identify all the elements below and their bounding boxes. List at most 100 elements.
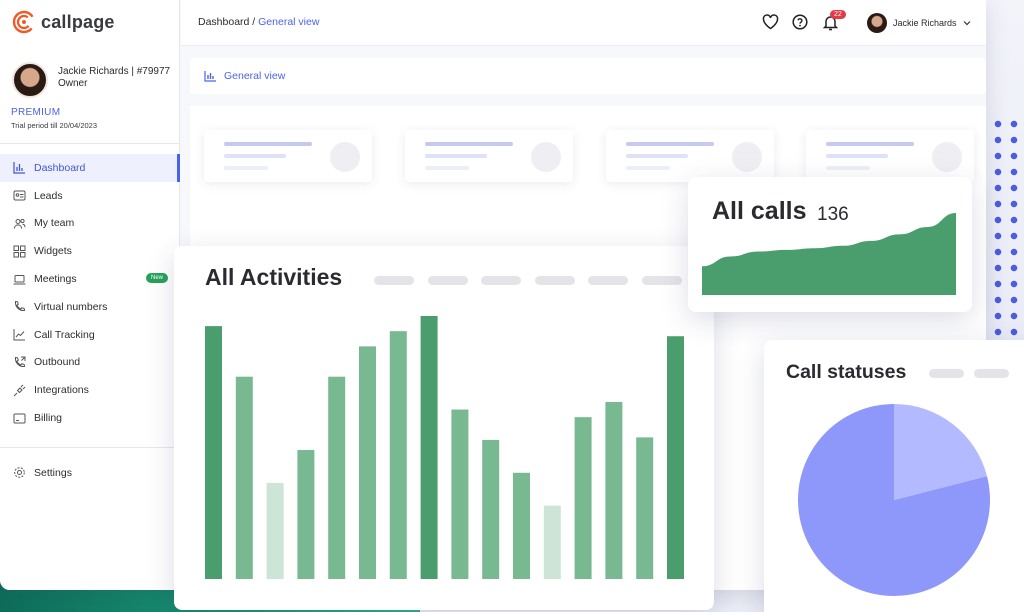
activity-bar xyxy=(328,376,346,579)
decorative-dot-grid xyxy=(990,116,1024,356)
sidebar-item-label: Meetings xyxy=(34,273,77,286)
skeleton-line xyxy=(826,166,870,170)
view-label: General view xyxy=(224,70,286,82)
chevron-down-icon xyxy=(963,21,970,26)
sidebar-item-label: Outbound xyxy=(34,356,81,369)
dashboard-icon xyxy=(12,161,26,175)
skeleton-line xyxy=(626,142,714,146)
all-calls-card: All calls 136 xyxy=(688,177,972,312)
breadcrumb-root[interactable]: Dashboard xyxy=(198,16,249,28)
notifications-button[interactable]: 22 xyxy=(821,10,846,31)
avatar xyxy=(867,13,887,33)
skeleton-circle xyxy=(531,142,561,172)
sidebar-item-my-team[interactable]: My team xyxy=(0,210,180,238)
avatar xyxy=(12,62,48,98)
user-profile[interactable]: Jackie Richards | #79977 Owner xyxy=(12,62,170,98)
plug-icon xyxy=(12,383,26,397)
activity-bar xyxy=(389,331,407,579)
chart-icon xyxy=(204,71,216,82)
activity-bar xyxy=(513,472,530,579)
skeleton-circle xyxy=(932,142,962,172)
activity-bar xyxy=(574,417,592,579)
sidebar-item-label: Virtual numbers xyxy=(34,300,108,313)
activity-bar xyxy=(359,346,376,579)
plan-label: PREMIUM xyxy=(11,107,61,118)
sidebar-item-settings[interactable]: Settings xyxy=(0,459,180,487)
skeleton-card xyxy=(806,130,974,182)
activities-bar-chart xyxy=(205,316,684,579)
callpage-logo-icon xyxy=(12,10,36,34)
user-menu[interactable]: Jackie Richards xyxy=(867,13,971,33)
call-statuses-card: Call statuses xyxy=(764,340,1024,612)
breadcrumb: Dashboard / General view xyxy=(198,16,319,28)
sidebar-item-integrations[interactable]: Integrations xyxy=(0,376,180,404)
divider xyxy=(0,143,180,144)
activity-bar xyxy=(667,336,684,579)
notification-count-badge: 22 xyxy=(830,10,846,19)
sidebar-item-billing[interactable]: Billing xyxy=(0,404,180,432)
billing-icon xyxy=(12,411,26,425)
skeleton-line xyxy=(425,154,487,158)
skeleton-line xyxy=(425,142,513,146)
activity-bar xyxy=(636,437,654,579)
phone-outgoing-icon xyxy=(12,355,26,369)
skeleton-card xyxy=(405,130,573,182)
sidebar: callpage Jackie Richards | #79977 Owner … xyxy=(0,0,180,590)
activity-bar xyxy=(266,482,284,579)
skeleton-card xyxy=(606,130,774,182)
sidebar-item-call-tracking[interactable]: Call Tracking xyxy=(0,321,180,349)
activity-bar xyxy=(205,326,222,579)
skeleton-card xyxy=(204,130,372,182)
brand-name: callpage xyxy=(41,11,115,32)
help-button[interactable] xyxy=(791,13,809,31)
breadcrumb-current[interactable]: General view xyxy=(258,16,319,28)
trend-icon xyxy=(12,328,26,342)
activity-bar xyxy=(420,316,438,579)
gear-icon xyxy=(12,466,26,480)
sidebar-item-label: Dashboard xyxy=(34,161,86,174)
activity-bar xyxy=(297,450,315,579)
sidebar-item-label: Leads xyxy=(34,189,63,202)
profile-name: Jackie Richards | #79977 xyxy=(58,66,171,77)
sidebar-item-label: Widgets xyxy=(34,245,72,258)
sidebar-item-virtual-numbers[interactable]: Virtual numbers xyxy=(0,293,180,321)
general-view-tab[interactable]: General view xyxy=(204,70,285,82)
skeleton-line xyxy=(224,142,312,146)
skeleton-line xyxy=(425,166,469,170)
sidebar-item-leads[interactable]: Leads xyxy=(0,182,180,210)
activity-bar xyxy=(543,505,561,579)
sidebar-item-outbound[interactable]: Outbound xyxy=(0,349,180,377)
skeleton-line xyxy=(626,154,688,158)
contact-card-icon xyxy=(12,189,26,203)
new-badge: New xyxy=(146,273,169,284)
skeleton-line xyxy=(826,142,914,146)
sidebar-item-dashboard[interactable]: Dashboard xyxy=(0,154,180,182)
skeleton-circle xyxy=(330,142,360,172)
skeleton-circle xyxy=(732,142,762,172)
sidebar-item-label: Integrations xyxy=(34,384,89,397)
activity-bar xyxy=(451,409,469,579)
favorites-button[interactable] xyxy=(761,13,779,31)
view-selector: General view xyxy=(190,58,986,94)
laptop-icon xyxy=(12,272,26,286)
sidebar-nav: Dashboard Leads My team Widgets Meetings… xyxy=(0,154,180,432)
sidebar-item-label: Settings xyxy=(34,466,72,479)
skeleton-line xyxy=(224,166,268,170)
sidebar-item-meetings[interactable]: Meetings New xyxy=(0,265,180,293)
widgets-icon xyxy=(12,244,26,258)
trial-period: Trial period till 20/04/2023 xyxy=(11,121,98,130)
sidebar-item-label: My team xyxy=(34,217,75,230)
team-icon xyxy=(12,216,26,230)
skeleton-line xyxy=(224,154,286,158)
all-calls-area-chart xyxy=(702,213,956,295)
brand-logo[interactable]: callpage xyxy=(12,10,115,34)
sidebar-item-label: Billing xyxy=(34,412,63,425)
skeleton-line xyxy=(826,154,888,158)
heart-icon xyxy=(762,14,778,30)
call-statuses-pie-chart xyxy=(798,404,990,596)
activity-bar xyxy=(605,401,623,579)
sidebar-item-widgets[interactable]: Widgets xyxy=(0,237,180,265)
profile-role: Owner xyxy=(58,78,88,89)
help-icon xyxy=(792,14,808,30)
all-activities-card: All Activities xyxy=(174,246,714,610)
